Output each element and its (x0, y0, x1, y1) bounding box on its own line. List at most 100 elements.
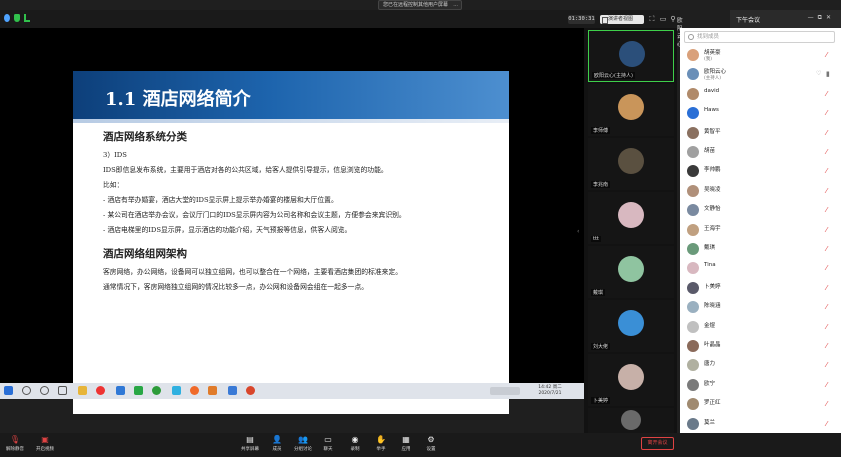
video-tile[interactable]: 李师傅 (588, 84, 674, 136)
mic-muted-icon[interactable]: ⁄ (826, 381, 831, 389)
participant-row[interactable]: Tina ⁄ (680, 259, 841, 278)
mic-icon[interactable]: ▮ (826, 70, 831, 78)
mic-muted-icon[interactable]: ⁄ (826, 323, 831, 331)
video-tile-name: 李兆南 (591, 181, 611, 188)
mic-muted-icon[interactable]: ⁄ (826, 361, 831, 369)
minimize-icon[interactable]: — (808, 14, 818, 21)
fullscreen-icon[interactable]: ⛶ (648, 15, 656, 24)
record-icon: ◉ (351, 435, 359, 444)
app-icon[interactable] (228, 386, 237, 395)
cortana-icon[interactable] (40, 386, 49, 395)
mic-muted-icon[interactable]: ⁄ (826, 303, 831, 311)
participants-label: 成员 (272, 447, 282, 452)
participants-button[interactable]: 👤 成员 (268, 435, 286, 452)
sharing-banner[interactable]: 您已在远程控制其他用户屏幕 ... (378, 0, 462, 10)
mic-muted-icon[interactable]: ⁄ (826, 342, 831, 350)
folder-icon[interactable] (78, 386, 87, 395)
participant-row[interactable]: 莫兰 ⁄ (680, 415, 841, 434)
participant-row[interactable]: david ⁄ (680, 85, 841, 104)
video-tile[interactable]: 李兆南 (588, 138, 674, 190)
participant-row[interactable]: 欧阳云心 (主持人) ♡ ▮ (680, 65, 841, 84)
participant-row[interactable]: Haws ⁄ (680, 104, 841, 123)
video-button[interactable]: ▣ 开启视频 (33, 435, 57, 452)
unmute-button[interactable]: 🎙 解除静音 (3, 435, 27, 452)
participant-row[interactable]: 罗正红 ⁄ (680, 395, 841, 414)
view-mode-button[interactable]: 演讲者视图 (600, 15, 644, 24)
participant-row[interactable]: 文静怡 ⁄ (680, 201, 841, 220)
participant-row[interactable]: 唐力 ⁄ (680, 356, 841, 375)
avatar (687, 126, 699, 139)
app-icon[interactable] (116, 386, 125, 395)
app-icon[interactable] (208, 386, 217, 395)
camera-icon[interactable]: ♡ (816, 70, 821, 77)
mic-muted-icon[interactable]: ⁄ (826, 129, 831, 137)
breakout-button[interactable]: 👥 分组讨论 (292, 435, 314, 452)
participant-row[interactable]: 吴晓凌 ⁄ (680, 182, 841, 201)
wechat-icon[interactable] (152, 386, 161, 395)
participant-row[interactable]: 胡英豪 (我) ⁄ (680, 46, 841, 65)
raise-hand-button[interactable]: ✋ 举手 (372, 435, 390, 452)
record-button[interactable]: ◉ 录制 (346, 435, 364, 452)
security-shield-icon[interactable] (14, 14, 20, 22)
video-tile[interactable] (588, 408, 674, 433)
participant-row[interactable]: 金煜 ⁄ (680, 318, 841, 337)
video-tile[interactable]: 刘大佬 (588, 300, 674, 352)
shared-screen[interactable]: 1.1 酒店网络简介 酒店网络系统分类 3）IDS IDS即信息发布系统，主要用… (0, 28, 584, 414)
video-tile[interactable]: ttt (588, 192, 674, 244)
video-tile[interactable]: 卜美婷 (588, 354, 674, 406)
mic-muted-icon[interactable]: ⁄ (826, 148, 831, 156)
video-tile[interactable]: 戴琪 (588, 246, 674, 298)
mic-muted-icon[interactable]: ⁄ (826, 420, 831, 428)
meeting-timer: 01:30:31 (568, 15, 595, 24)
participant-row[interactable]: 黄智平 ⁄ (680, 124, 841, 143)
app-icon[interactable] (190, 386, 199, 395)
close-icon[interactable]: ✕ (826, 14, 835, 21)
mic-muted-icon[interactable]: ⁄ (826, 51, 831, 59)
mic-muted-icon[interactable]: ⁄ (826, 109, 831, 117)
search-icon[interactable] (22, 386, 31, 395)
participant-row[interactable]: 戴琪 ⁄ (680, 240, 841, 259)
mic-muted-icon[interactable]: ⁄ (826, 167, 831, 175)
participant-name: 罗正红 (704, 400, 721, 407)
avatar (618, 256, 644, 282)
mic-muted-icon[interactable]: ⁄ (826, 187, 831, 195)
participant-row[interactable]: 王海宇 ⁄ (680, 221, 841, 240)
participant-row[interactable]: 欧宁 ⁄ (680, 376, 841, 395)
powerpoint-icon[interactable] (246, 386, 255, 395)
search-input[interactable]: 找到成员 (684, 31, 835, 43)
user-icon[interactable]: ⚲ (669, 15, 677, 24)
mic-muted-icon[interactable]: ⁄ (826, 284, 831, 292)
app-icon[interactable] (96, 386, 105, 395)
collapse-strip-icon[interactable]: ‹ (577, 228, 579, 235)
app-icon[interactable] (134, 386, 143, 395)
tray-icons[interactable] (490, 387, 520, 395)
raise-hand-label: 举手 (376, 447, 386, 452)
mic-muted-icon[interactable]: ⁄ (826, 90, 831, 98)
more-icon[interactable]: ... (453, 1, 458, 9)
chat-button[interactable]: ▭ 聊天 (319, 435, 337, 452)
window-icon[interactable]: ▭ (659, 15, 667, 24)
network-signal-icon[interactable] (24, 14, 30, 22)
start-icon[interactable] (4, 386, 13, 395)
mic-muted-icon[interactable]: ⁄ (826, 264, 831, 272)
mic-muted-icon[interactable]: ⁄ (826, 400, 831, 408)
participant-row[interactable]: 陈晓涵 ⁄ (680, 298, 841, 317)
mic-muted-icon[interactable]: ⁄ (826, 245, 831, 253)
participant-row[interactable]: 李帅鹏 ⁄ (680, 162, 841, 181)
video-tile[interactable]: 欧阳云心(主持人) (588, 30, 674, 82)
settings-button[interactable]: ⚙ 设置 (422, 435, 440, 452)
apps-button[interactable]: ▦ 应用 (397, 435, 415, 452)
share-screen-button[interactable]: ▤ 共享屏幕 (238, 435, 262, 452)
participant-name: 黄智平 (704, 128, 721, 135)
task-view-icon[interactable] (58, 386, 67, 395)
leave-meeting-button[interactable]: 离开会议 (641, 437, 674, 450)
participant-row[interactable]: 卜美婷 ⁄ (680, 279, 841, 298)
app-icon[interactable] (172, 386, 181, 395)
participant-row[interactable]: 胡苗 ⁄ (680, 143, 841, 162)
avatar (687, 165, 699, 178)
info-icon[interactable] (4, 14, 10, 22)
participant-row[interactable]: 叶晶晶 ⁄ (680, 337, 841, 356)
mic-muted-icon[interactable]: ⁄ (826, 226, 831, 234)
popout-icon[interactable]: ⧉ (818, 14, 826, 21)
mic-muted-icon[interactable]: ⁄ (826, 206, 831, 214)
